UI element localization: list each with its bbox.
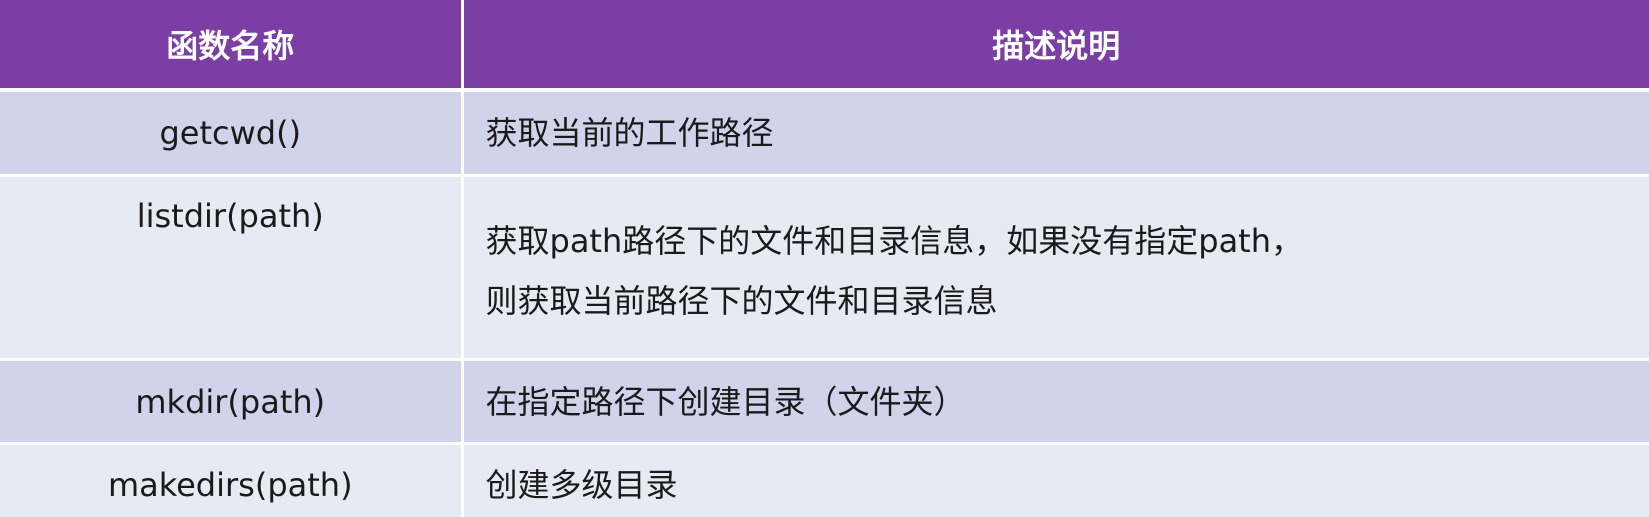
function-name-cell: getcwd() (0, 90, 464, 177)
header-description: 描述说明 (462, 0, 1649, 92)
function-name-cell: listdir(path) (0, 175, 464, 361)
description-cell: 创建多级目录 (462, 443, 1649, 517)
table-header-row: 函数名称 描述说明 (0, 0, 1649, 92)
table-row: getcwd() 获取当前的工作路径 (0, 90, 1649, 177)
description-line: 获取当前的工作路径 (485, 114, 774, 152)
function-name-cell: makedirs(path) (0, 443, 464, 517)
header-function-name: 函数名称 (0, 0, 464, 92)
table-row: makedirs(path) 创建多级目录 (0, 443, 1649, 517)
table-row: mkdir(path) 在指定路径下创建目录（文件夹） (0, 359, 1649, 445)
table-row: listdir(path) 获取path路径下的文件和目录信息，如果没有指定pa… (0, 175, 1649, 361)
description-line: 获取path路径下的文件和目录信息，如果没有指定path， (485, 221, 1304, 260)
description-cell: 获取path路径下的文件和目录信息，如果没有指定path， 则获取当前路径下的文… (462, 175, 1649, 361)
description-line: 则获取当前路径下的文件和目录信息 (485, 281, 998, 320)
function-table-container: 函数名称 描述说明 getcwd() 获取当前的工作路径 listdir(pat… (0, 0, 1649, 517)
description-line: 在指定路径下创建目录（文件夹） (485, 382, 966, 421)
description-line: 创建多级目录 (485, 466, 678, 504)
description-cell: 在指定路径下创建目录（文件夹） (462, 359, 1649, 445)
description-cell: 获取当前的工作路径 (462, 90, 1649, 177)
function-table: 函数名称 描述说明 getcwd() 获取当前的工作路径 listdir(pat… (0, 0, 1649, 517)
function-name-cell: mkdir(path) (0, 359, 464, 445)
